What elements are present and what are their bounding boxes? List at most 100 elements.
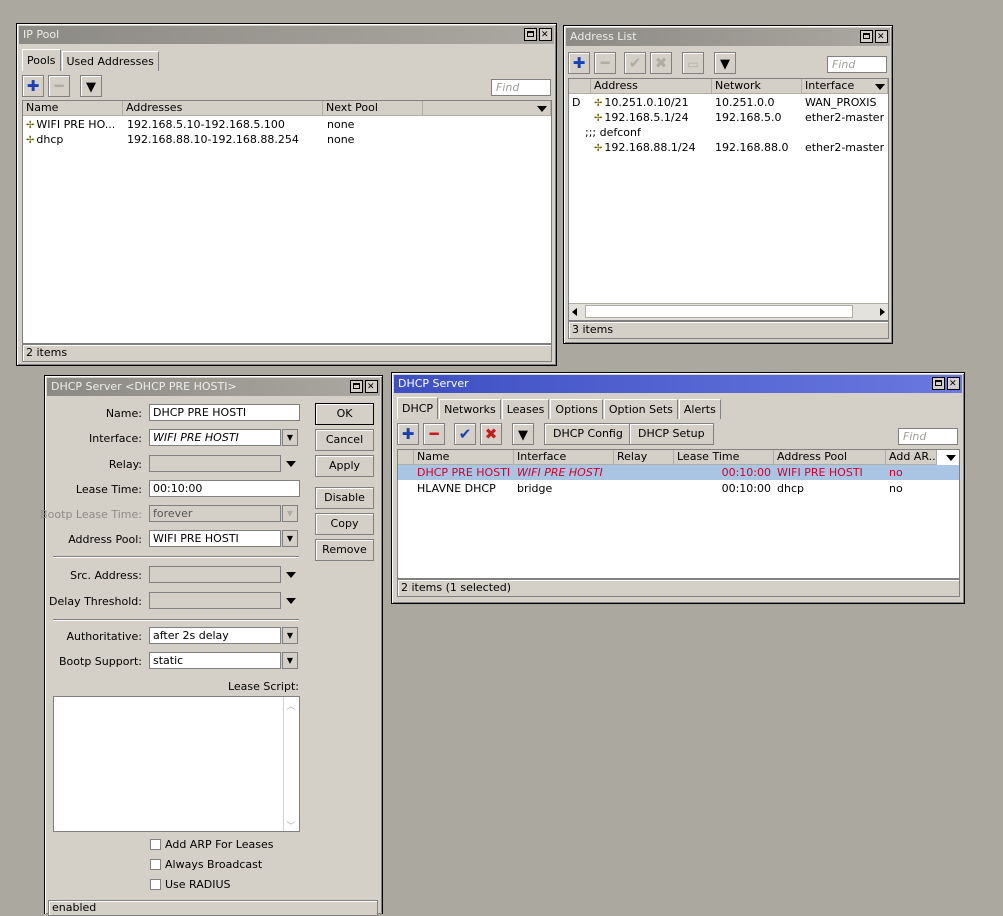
cancel-button[interactable]: Cancel xyxy=(315,429,374,451)
col-header-lease-time[interactable]: Lease Time xyxy=(674,450,774,465)
address-list-titlebar[interactable]: Address List xyxy=(566,28,890,46)
disable-button[interactable]: Disable xyxy=(315,487,374,509)
tab-options[interactable]: Options xyxy=(550,399,603,419)
tab-used-addresses[interactable]: Used Addresses xyxy=(61,51,159,71)
disable-button[interactable]: ✖ xyxy=(480,423,502,445)
maximize-icon[interactable] xyxy=(860,30,873,43)
vertical-scrollbar[interactable]: ︿ ﹀ xyxy=(283,697,299,832)
table-row-selected[interactable]: DHCP PRE HOSTI WIFI PRE HOSTI 00:10:00 W… xyxy=(398,465,959,480)
maximize-icon[interactable] xyxy=(932,377,945,390)
col-header-address[interactable]: Address xyxy=(591,79,712,94)
name-field[interactable]: DHCP PRE HOSTI xyxy=(149,404,300,421)
add-button[interactable]: ✚ xyxy=(397,423,419,445)
find-input[interactable]: Find xyxy=(491,79,551,96)
bootp-lease-time-select[interactable]: forever xyxy=(149,505,281,522)
col-header-relay[interactable]: Relay xyxy=(614,450,674,465)
remove-button[interactable]: ━ xyxy=(48,75,70,97)
lease-time-field[interactable]: 00:10:00 xyxy=(149,480,300,497)
find-input[interactable]: Find xyxy=(827,56,887,73)
use-radius-checkbox[interactable] xyxy=(150,879,161,890)
ip-pool-titlebar[interactable]: IP Pool xyxy=(19,26,554,44)
horizontal-scrollbar[interactable] xyxy=(569,303,888,320)
src-address-dropdown-icon[interactable] xyxy=(286,572,296,578)
src-address-field[interactable] xyxy=(149,566,281,583)
tab-option-sets[interactable]: Option Sets xyxy=(603,399,678,419)
tab-networks[interactable]: Networks xyxy=(439,399,501,419)
bootp-support-dropdown-button[interactable]: ▼ xyxy=(282,652,298,669)
scroll-right-icon[interactable] xyxy=(880,308,885,316)
col-header-address-pool[interactable]: Address Pool xyxy=(774,450,886,465)
filter-button[interactable]: ▼ xyxy=(512,423,534,445)
enable-button[interactable]: ✔ xyxy=(454,423,476,445)
dhcp-server-titlebar[interactable]: DHCP Server xyxy=(394,375,962,393)
col-header-network[interactable]: Network xyxy=(712,79,802,94)
interface-select[interactable]: WIFI PRE HOSTI xyxy=(149,429,281,446)
close-icon[interactable] xyxy=(947,377,960,390)
filter-button[interactable]: ▼ xyxy=(80,75,102,97)
comment-button[interactable]: ▭ xyxy=(682,52,704,74)
table-row[interactable]: D ✢ 10.251.0.10/21 10.251.0.0 WAN_PROXIS xyxy=(569,95,888,110)
table-row[interactable]: ✢ WIFI PRE HO... 192.168.5.10-192.168.5.1… xyxy=(23,117,551,132)
remove-button[interactable]: ━ xyxy=(423,423,445,445)
delay-threshold-field[interactable] xyxy=(149,592,281,609)
col-header-addresses[interactable]: Addresses xyxy=(123,101,323,116)
scroll-up-icon[interactable]: ︿ xyxy=(286,699,296,712)
always-broadcast-checkbox[interactable] xyxy=(150,859,161,870)
relay-dropdown-icon[interactable] xyxy=(286,461,296,467)
col-header-name[interactable]: Name xyxy=(414,450,514,465)
col-header-add-arp[interactable]: Add AR... xyxy=(886,450,937,465)
tab-leases[interactable]: Leases xyxy=(501,399,550,419)
scroll-thumb[interactable] xyxy=(585,305,853,318)
add-button[interactable]: ✚ xyxy=(22,75,44,97)
apply-button[interactable]: Apply xyxy=(315,455,374,477)
relay-field[interactable] xyxy=(149,455,281,472)
divider xyxy=(53,556,299,558)
add-arp-checkbox[interactable] xyxy=(150,839,161,850)
add-button[interactable]: ✚ xyxy=(568,52,590,74)
relay-label: Relay: xyxy=(108,458,142,471)
tab-alerts[interactable]: Alerts xyxy=(678,399,721,419)
scroll-down-icon[interactable]: ﹀ xyxy=(286,819,296,832)
address-pool-dropdown-button[interactable]: ▼ xyxy=(282,530,298,547)
enable-button[interactable]: ✔ xyxy=(624,52,646,74)
lease-script-textarea[interactable]: ︿ ﹀ xyxy=(53,696,300,832)
delay-threshold-dropdown-icon[interactable] xyxy=(286,598,296,604)
remove-button[interactable]: ━ xyxy=(594,52,616,74)
find-input[interactable]: Find xyxy=(898,428,958,445)
columns-dropdown-icon[interactable] xyxy=(946,455,956,461)
ok-button[interactable]: OK xyxy=(315,403,374,425)
maximize-icon[interactable] xyxy=(350,380,363,393)
col-header-name[interactable]: Name xyxy=(23,101,123,116)
dhcp-config-button[interactable]: DHCP Config xyxy=(544,423,632,445)
close-icon[interactable] xyxy=(365,380,378,393)
cross-icon: ✖ xyxy=(484,425,498,443)
bootp-lease-dropdown-button[interactable]: ▼ xyxy=(282,505,298,522)
interface-dropdown-button[interactable]: ▼ xyxy=(282,429,298,446)
authoritative-select[interactable]: after 2s delay xyxy=(149,627,281,644)
columns-dropdown-icon[interactable] xyxy=(537,106,547,112)
close-icon[interactable] xyxy=(539,28,552,41)
address-pool-select[interactable]: WIFI PRE HOSTI xyxy=(149,530,281,547)
table-row[interactable]: HLAVNE DHCP bridge 00:10:00 dhcp no xyxy=(398,481,959,496)
maximize-icon[interactable] xyxy=(524,28,537,41)
table-row[interactable]: ✢ 192.168.88.1/24 192.168.88.0 ether2-mas… xyxy=(569,140,888,155)
ip-pool-list: Name Addresses Next Pool ✢ WIFI PRE HO...… xyxy=(22,100,552,344)
col-header-next-pool[interactable]: Next Pool xyxy=(323,101,423,116)
filter-button[interactable]: ▼ xyxy=(714,52,736,74)
copy-button[interactable]: Copy xyxy=(315,513,374,535)
col-header-interface[interactable]: Interface xyxy=(514,450,614,465)
dhcp-setup-button[interactable]: DHCP Setup xyxy=(629,423,714,445)
bootp-support-select[interactable]: static xyxy=(149,652,281,669)
tab-pools[interactable]: Pools xyxy=(22,49,61,71)
table-row[interactable]: ✢ 192.168.5.1/24 192.168.5.0 ether2-maste… xyxy=(569,110,888,125)
authoritative-dropdown-button[interactable]: ▼ xyxy=(282,627,298,644)
scroll-left-icon[interactable] xyxy=(572,308,577,316)
remove-button[interactable]: Remove xyxy=(315,539,374,561)
chevron-down-icon: ▼ xyxy=(286,656,294,665)
close-icon[interactable] xyxy=(875,30,888,43)
table-row[interactable]: ✢ dhcp 192.168.88.10-192.168.88.254 none xyxy=(23,132,551,147)
tab-dhcp[interactable]: DHCP xyxy=(397,397,439,419)
dhcp-edit-titlebar[interactable]: DHCP Server <DHCP PRE HOSTI> xyxy=(47,378,380,396)
columns-dropdown-icon[interactable] xyxy=(875,84,885,90)
disable-button[interactable]: ✖ xyxy=(650,52,672,74)
